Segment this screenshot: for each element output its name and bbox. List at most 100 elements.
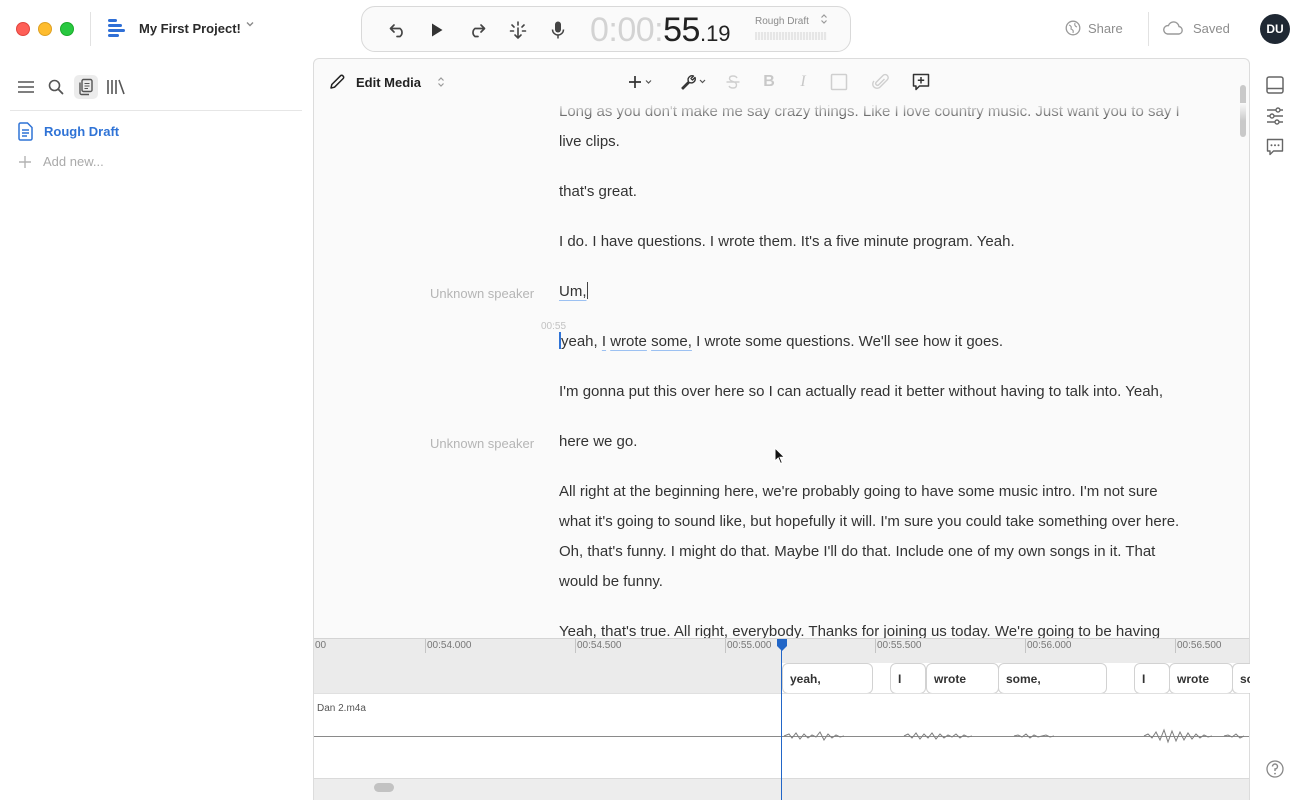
- menu-icon[interactable]: [14, 75, 38, 99]
- text-caret: [586, 282, 588, 299]
- sidebar-toolbar: [14, 75, 128, 99]
- edit-mode-label: Edit Media: [356, 74, 422, 90]
- transcript-paragraph[interactable]: Yeah, that's true. All right, everybody.…: [559, 617, 1199, 638]
- timecode-prefix: 0:00:: [590, 11, 664, 49]
- scroll-fade: [314, 103, 1249, 121]
- project-title[interactable]: My First Project!: [139, 21, 241, 36]
- transcript-paragraph[interactable]: that's great.: [559, 177, 1189, 207]
- minimize-window-button[interactable]: [38, 22, 52, 36]
- ruler-label: 00:54.500: [577, 640, 622, 651]
- app-logo-icon: [108, 19, 125, 37]
- add-new-label: Add new...: [43, 154, 104, 169]
- speaker-label[interactable]: Unknown speaker: [430, 436, 534, 451]
- zoom-window-button[interactable]: [60, 22, 74, 36]
- pencil-icon: [330, 74, 345, 89]
- share-button[interactable]: Share: [1065, 20, 1123, 36]
- title-bar: My First Project! 0:00:55.19 Rough Draft: [0, 0, 1300, 58]
- updown-chevron-icon: [437, 76, 445, 89]
- transcript-word[interactable]: some,: [651, 333, 692, 350]
- timeline-word[interactable]: I: [1134, 663, 1170, 694]
- transcript-paragraph[interactable]: here we go.: [559, 427, 1189, 457]
- timeline-word[interactable]: wrote: [926, 663, 999, 694]
- sidebar-item-rough-draft[interactable]: Rough Draft: [17, 122, 119, 141]
- bold-icon[interactable]: B: [754, 71, 784, 93]
- transcript-paragraph[interactable]: yeah, I wrote some, I wrote some questio…: [559, 327, 1189, 357]
- strikethrough-icon[interactable]: [718, 71, 748, 93]
- right-rail: [1250, 58, 1300, 800]
- timeline[interactable]: 00 00:54.000 00:54.500 00:55.000 00:55.5…: [313, 638, 1262, 800]
- box-icon[interactable]: [824, 71, 854, 93]
- ruler-label: 00: [315, 640, 327, 651]
- transcript-paragraph[interactable]: I'm gonna put this over here so I can ac…: [559, 377, 1199, 407]
- sliders-icon[interactable]: [1264, 105, 1286, 127]
- help-icon[interactable]: [1264, 758, 1286, 780]
- microphone-icon[interactable]: [546, 19, 570, 41]
- edit-mode-selector[interactable]: Edit Media: [328, 73, 445, 91]
- library-icon[interactable]: [104, 75, 128, 99]
- ruler-tick: [425, 639, 426, 653]
- documents-icon[interactable]: [74, 75, 98, 99]
- transcript-word[interactable]: wrote: [610, 333, 647, 350]
- wrench-icon[interactable]: [674, 71, 714, 93]
- ruler-tick: [575, 639, 576, 653]
- transcript-word[interactable]: I: [602, 333, 606, 350]
- updown-chevron-icon[interactable]: [820, 13, 828, 26]
- saved-status[interactable]: Saved: [1162, 20, 1230, 36]
- ruler-tick: [1175, 639, 1176, 653]
- timecode-display: 0:00:55.19: [590, 11, 731, 50]
- timeline-word[interactable]: yeah,: [782, 663, 873, 694]
- transcript-paragraph[interactable]: All right at the beginning here, we're p…: [559, 477, 1184, 597]
- avatar[interactable]: DU: [1260, 14, 1290, 44]
- panel-icon[interactable]: [1264, 74, 1286, 96]
- redo-icon[interactable]: [465, 19, 489, 41]
- undo-icon[interactable]: [386, 19, 410, 41]
- ruler-label: 00:56.500: [1177, 640, 1222, 651]
- transcript-text[interactable]: I wrote some questions. We'll see how it…: [696, 333, 1003, 350]
- mouse-cursor-icon: [774, 447, 786, 465]
- level-meter: [755, 32, 827, 40]
- transcript-paragraph[interactable]: Um,: [559, 277, 1189, 307]
- divider: [10, 110, 302, 111]
- ruler-tick: [1025, 639, 1026, 653]
- comment-icon[interactable]: [1264, 136, 1286, 158]
- ruler-label: 00:56.000: [1027, 640, 1072, 651]
- playhead-handle-icon[interactable]: [776, 638, 788, 652]
- search-icon[interactable]: [44, 75, 68, 99]
- document-icon: [18, 122, 33, 141]
- add-icon[interactable]: [626, 71, 656, 93]
- transcript-word[interactable]: Um,: [559, 283, 587, 300]
- add-new-button[interactable]: Add new...: [18, 154, 104, 169]
- transport-bar: 0:00:55.19 Rough Draft: [361, 6, 851, 52]
- chevron-down-icon[interactable]: [245, 19, 255, 32]
- add-comment-icon[interactable]: [906, 71, 936, 93]
- scrollbar-thumb[interactable]: [374, 783, 394, 792]
- composition-selector[interactable]: Rough Draft: [755, 16, 809, 27]
- playhead[interactable]: [781, 644, 782, 800]
- attachment-icon[interactable]: [866, 71, 896, 93]
- close-window-button[interactable]: [16, 22, 30, 36]
- track-name: Dan 2.m4a: [317, 703, 366, 714]
- timeline-word[interactable]: wrote: [1169, 663, 1233, 694]
- play-icon[interactable]: [425, 19, 449, 41]
- sidebar-item-label: Rough Draft: [44, 124, 120, 139]
- share-label: Share: [1088, 20, 1123, 36]
- transcript-paragraph[interactable]: I do. I have questions. I wrote them. It…: [559, 227, 1189, 257]
- timecode-seconds: 55: [663, 11, 700, 49]
- ruler-label: 00:55.000: [727, 640, 772, 651]
- divider: [1148, 12, 1149, 46]
- timeline-word[interactable]: I: [890, 663, 926, 694]
- divider: [90, 12, 91, 46]
- timeline-word[interactable]: some,: [998, 663, 1107, 694]
- italic-icon[interactable]: I: [788, 71, 818, 93]
- transcript-word[interactable]: yeah,: [561, 333, 598, 350]
- globe-icon: [1065, 20, 1081, 36]
- ruler-label: 00:54.000: [427, 640, 472, 651]
- ruler-tick: [875, 639, 876, 653]
- ruler-tick: [725, 639, 726, 653]
- sparkle-icon[interactable]: [506, 19, 530, 41]
- timecode-fraction: .19: [699, 21, 731, 46]
- speaker-label[interactable]: Unknown speaker: [430, 286, 534, 301]
- plus-icon: [19, 155, 31, 168]
- ruler-label: 00:55.500: [877, 640, 922, 651]
- script-editor[interactable]: Edit Media B I live clips. that's great.…: [313, 58, 1250, 638]
